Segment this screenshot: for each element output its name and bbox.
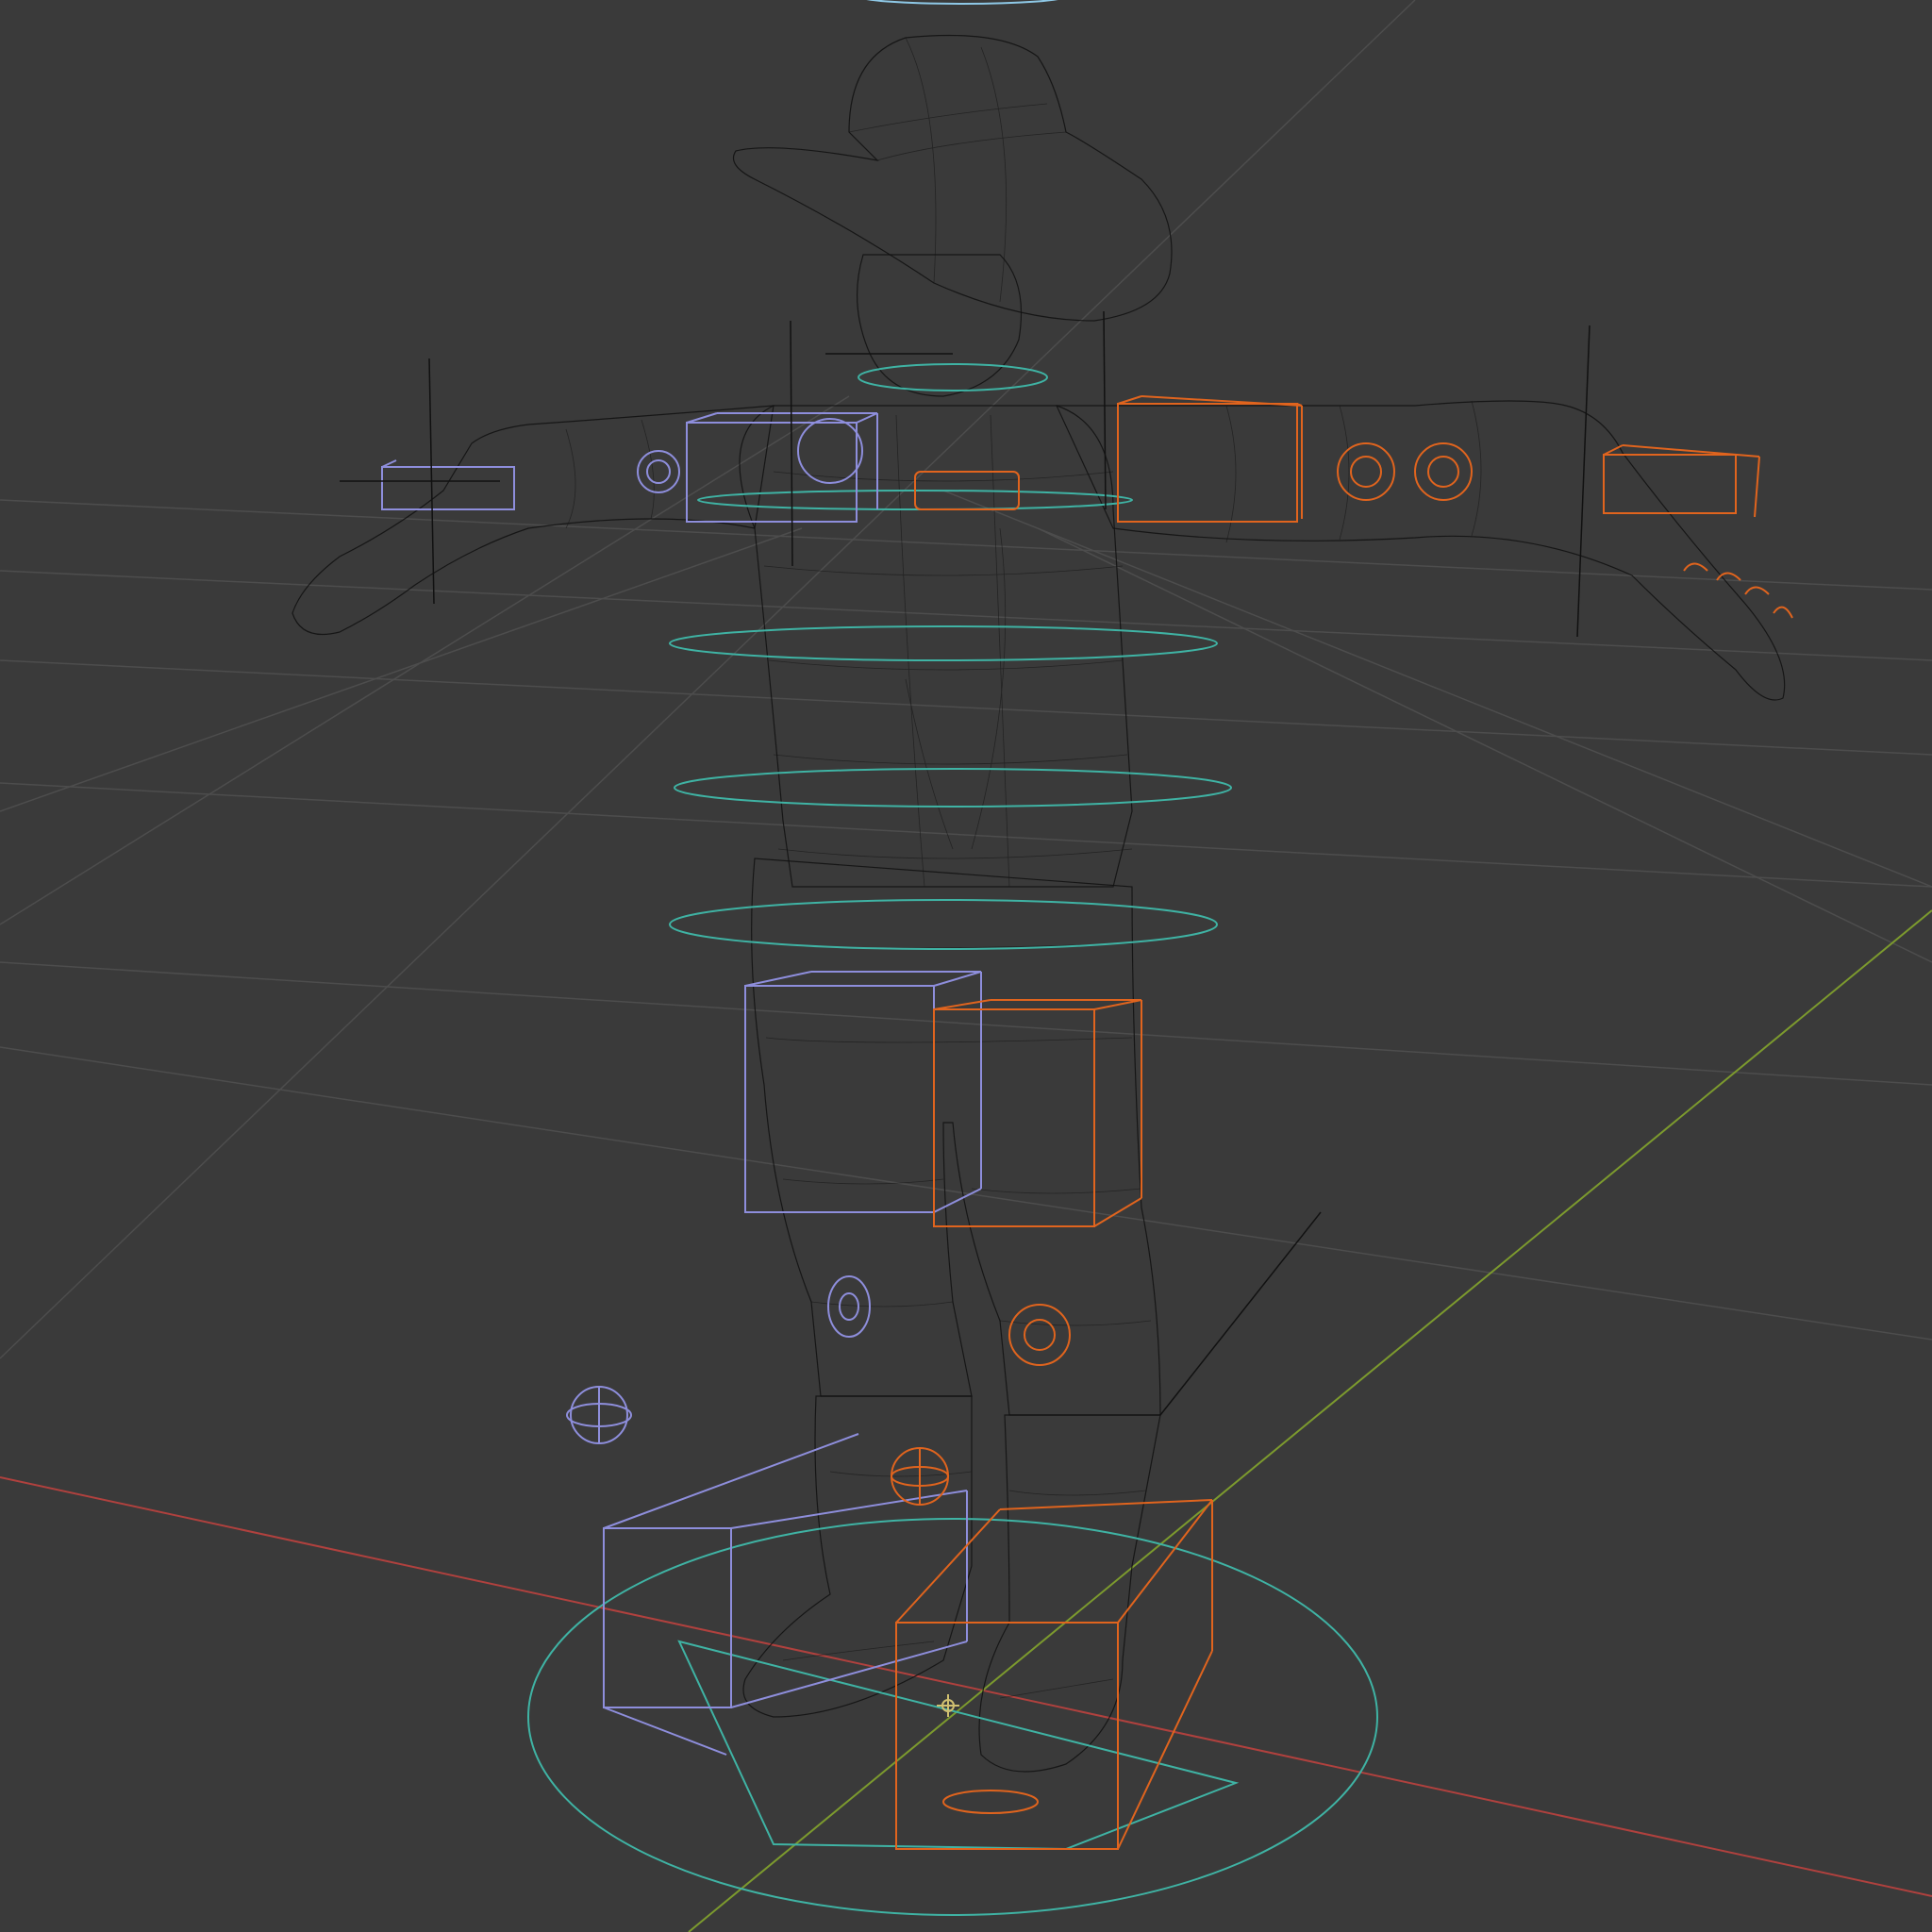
left-foot-control[interactable] — [603, 1433, 968, 1756]
y-axis-line — [688, 909, 1932, 1932]
left-elbow-control[interactable] — [637, 450, 680, 493]
left-knee-pole-control[interactable] — [566, 1386, 632, 1444]
right-hand-control[interactable] — [1603, 444, 1760, 518]
right-forearm-control[interactable] — [1414, 442, 1473, 501]
right-thigh-control[interactable] — [933, 999, 1142, 1227]
left-shoulder-control[interactable] — [797, 418, 863, 484]
right-hand-empty[interactable] — [1576, 325, 1591, 638]
right-knee-control[interactable] — [1008, 1304, 1071, 1366]
viewport-canvas[interactable] — [0, 0, 1932, 1932]
left-knee-inner-control[interactable] — [839, 1292, 859, 1321]
floor-grid — [0, 0, 1932, 1359]
3d-viewport[interactable] — [0, 0, 1932, 1932]
left-elbow-empty[interactable] — [790, 320, 793, 567]
spine-lower-control[interactable] — [674, 768, 1232, 808]
right-foot-control[interactable] — [895, 1499, 1213, 1850]
right-shoulder-empty[interactable] — [1103, 310, 1107, 510]
left-knee-control[interactable] — [827, 1275, 871, 1338]
right-fingers-control[interactable] — [1683, 562, 1793, 619]
right-upperarm-control[interactable] — [1117, 395, 1303, 523]
left-hand-control[interactable] — [381, 459, 515, 510]
empties[interactable] — [340, 310, 1591, 1717]
root-direction-control[interactable] — [677, 1640, 1240, 1851]
top-head-control — [865, 0, 1059, 5]
left-upperarm-control[interactable] — [686, 412, 878, 523]
cowboy-mesh[interactable] — [291, 34, 1786, 1773]
left-elbow-inner-control[interactable] — [646, 459, 671, 484]
right-knee-pole-line[interactable] — [1159, 1211, 1322, 1416]
right-elbow-control[interactable] — [1337, 442, 1395, 501]
right-control-group[interactable] — [891, 395, 1793, 1850]
spine-upper-control[interactable] — [669, 625, 1218, 661]
left-control-group[interactable] — [381, 412, 982, 1756]
root-control[interactable] — [527, 1518, 1378, 1916]
